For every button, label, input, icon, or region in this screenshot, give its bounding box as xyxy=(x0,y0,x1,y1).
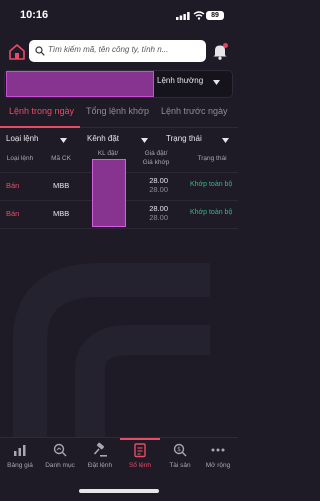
chevron-down-icon[interactable] xyxy=(141,138,148,143)
tab-matched-orders[interactable]: Tổng lệnh khớp xyxy=(86,106,149,116)
search-placeholder: Tìm kiếm mã, tên công ty, tính n... xyxy=(48,45,169,54)
match-price: 28.00 xyxy=(149,213,168,222)
tab-intraday-orders[interactable]: Lệnh trong ngày xyxy=(9,106,74,116)
order-book-icon xyxy=(134,443,146,458)
nav-label: Đặt lệnh xyxy=(87,462,113,469)
portfolio-icon xyxy=(53,443,67,457)
wifi-icon xyxy=(193,11,205,20)
nav-more[interactable]: Mở rộng xyxy=(198,442,238,469)
nav-place-order[interactable]: Đặt lệnh xyxy=(80,442,120,469)
battery-indicator: 89 xyxy=(206,11,224,20)
notification-badge xyxy=(223,43,228,48)
chevron-down-icon[interactable] xyxy=(222,138,229,143)
row-divider xyxy=(0,228,238,229)
status-time: 10:16 xyxy=(20,9,49,21)
nav-assets[interactable]: $ Tài sản xyxy=(160,442,200,469)
chevron-down-icon[interactable] xyxy=(60,138,67,143)
nav-label: Mở rộng xyxy=(205,462,231,469)
col-header-price-match: Giá khớp xyxy=(142,159,170,166)
home-icon[interactable] xyxy=(8,43,26,61)
nav-label: Danh mục xyxy=(45,462,75,469)
assets-icon: $ xyxy=(173,443,187,457)
match-price: 28.00 xyxy=(149,185,168,194)
nav-label: Tài sản xyxy=(169,462,191,469)
svg-text:$: $ xyxy=(177,446,181,453)
order-price: 28.00 xyxy=(149,176,168,185)
col-header-qty: KL đặt/ xyxy=(97,150,119,157)
signal-icon xyxy=(176,12,190,20)
search-icon xyxy=(35,46,45,56)
order-symbol: MBB xyxy=(53,209,70,218)
order-type-select[interactable]: Lệnh thường xyxy=(157,76,203,85)
nav-order-book[interactable]: Sổ lệnh xyxy=(120,442,160,469)
more-icon xyxy=(211,448,225,452)
quantity-redacted xyxy=(92,159,126,227)
order-price: 28.00 xyxy=(149,204,168,213)
nav-portfolio[interactable]: Danh mục xyxy=(40,442,80,469)
order-side: Bán xyxy=(6,209,20,218)
col-header-status: Trạng thái xyxy=(197,155,227,162)
notification-button[interactable] xyxy=(212,43,228,60)
watermark-logo xyxy=(12,263,210,450)
order-status: Khớp toàn bộ xyxy=(190,181,233,188)
gavel-icon xyxy=(93,442,107,457)
status-bar: 10:16 89 xyxy=(0,0,238,30)
order-symbol: MBB xyxy=(53,181,70,190)
nav-label: Sổ lệnh xyxy=(128,462,152,469)
nav-label: Bảng giá xyxy=(7,462,33,469)
order-side: Bán xyxy=(6,181,20,190)
col-header-price-order: Giá đặt/ xyxy=(144,150,168,157)
filter-channel[interactable]: Kênh đặt xyxy=(87,134,119,143)
active-nav-indicator xyxy=(120,438,160,440)
account-redacted xyxy=(6,71,154,97)
nav-price-board[interactable]: Bảng giá xyxy=(0,442,40,469)
tab-advance-orders[interactable]: Lệnh trước ngày xyxy=(161,106,227,116)
filter-order-type[interactable]: Loại lệnh xyxy=(6,134,38,143)
active-tab-indicator xyxy=(0,126,80,128)
home-indicator xyxy=(79,489,159,493)
filter-status[interactable]: Trạng thái xyxy=(166,134,202,143)
chevron-down-icon[interactable] xyxy=(213,80,220,85)
col-header-symbol: Mã CK xyxy=(51,155,71,162)
order-status: Khớp toàn bộ xyxy=(190,209,233,216)
col-header-type: Loại lệnh xyxy=(6,155,34,162)
price-board-icon xyxy=(14,445,26,456)
search-input[interactable]: Tìm kiếm mã, tên công ty, tính n... xyxy=(29,40,206,62)
